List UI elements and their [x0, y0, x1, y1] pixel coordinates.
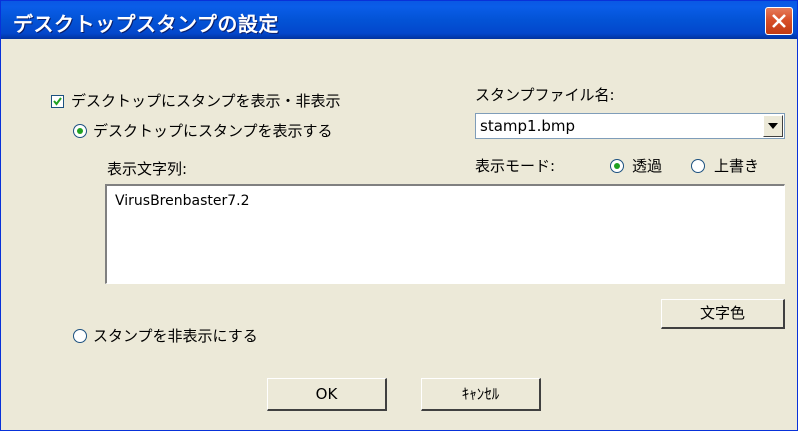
show-hide-checkbox[interactable]	[51, 95, 64, 108]
display-mode-label: 表示モード:	[475, 157, 556, 175]
close-icon	[772, 14, 786, 28]
ok-button-label: OK	[315, 385, 338, 403]
display-text-label: 表示文字列:	[107, 160, 188, 178]
mode-overwrite-label[interactable]: 上書き	[714, 156, 759, 176]
display-text-value: VirusBrenbaster7.2	[115, 193, 250, 209]
ok-button[interactable]: OK	[267, 378, 387, 411]
hide-stamp-radio[interactable]	[73, 329, 87, 343]
window-title: デスクトップスタンプの設定	[13, 12, 279, 36]
stamp-file-dropdown-button[interactable]	[763, 115, 783, 137]
text-color-button-label: 文字色	[699, 304, 745, 322]
show-stamp-radio-label[interactable]: デスクトップにスタンプを表示する	[93, 121, 333, 141]
show-hide-checkbox-label[interactable]: デスクトップにスタンプを表示・非表示	[71, 91, 341, 111]
show-stamp-radio[interactable]	[73, 124, 87, 138]
hide-stamp-radio-label[interactable]: スタンプを非表示にする	[93, 326, 258, 346]
stamp-file-select[interactable]: stamp1.bmp	[475, 113, 785, 139]
text-color-button[interactable]: 文字色	[661, 299, 785, 329]
stamp-file-label: スタンプファイル名:	[475, 86, 615, 104]
mode-overwrite-radio[interactable]	[691, 159, 705, 173]
mode-transparent-radio[interactable]	[610, 159, 624, 173]
chevron-down-icon	[768, 123, 778, 129]
cancel-button[interactable]: ｷｬﾝｾﾙ	[421, 378, 541, 411]
dialog-window: デスクトップスタンプの設定 デスクトップにスタンプを表示・非表示 デスクトップに…	[0, 0, 798, 431]
radio-selected-dot	[77, 128, 83, 134]
mode-transparent-label[interactable]: 透過	[632, 156, 662, 176]
display-text-input[interactable]: VirusBrenbaster7.2	[105, 184, 785, 284]
stamp-file-value: stamp1.bmp	[480, 117, 575, 135]
close-button[interactable]	[765, 7, 793, 35]
cancel-button-label: ｷｬﾝｾﾙ	[461, 385, 500, 403]
title-bar[interactable]: デスクトップスタンプの設定	[1, 1, 797, 39]
checkmark-icon	[53, 97, 62, 106]
radio-selected-dot	[614, 163, 620, 169]
